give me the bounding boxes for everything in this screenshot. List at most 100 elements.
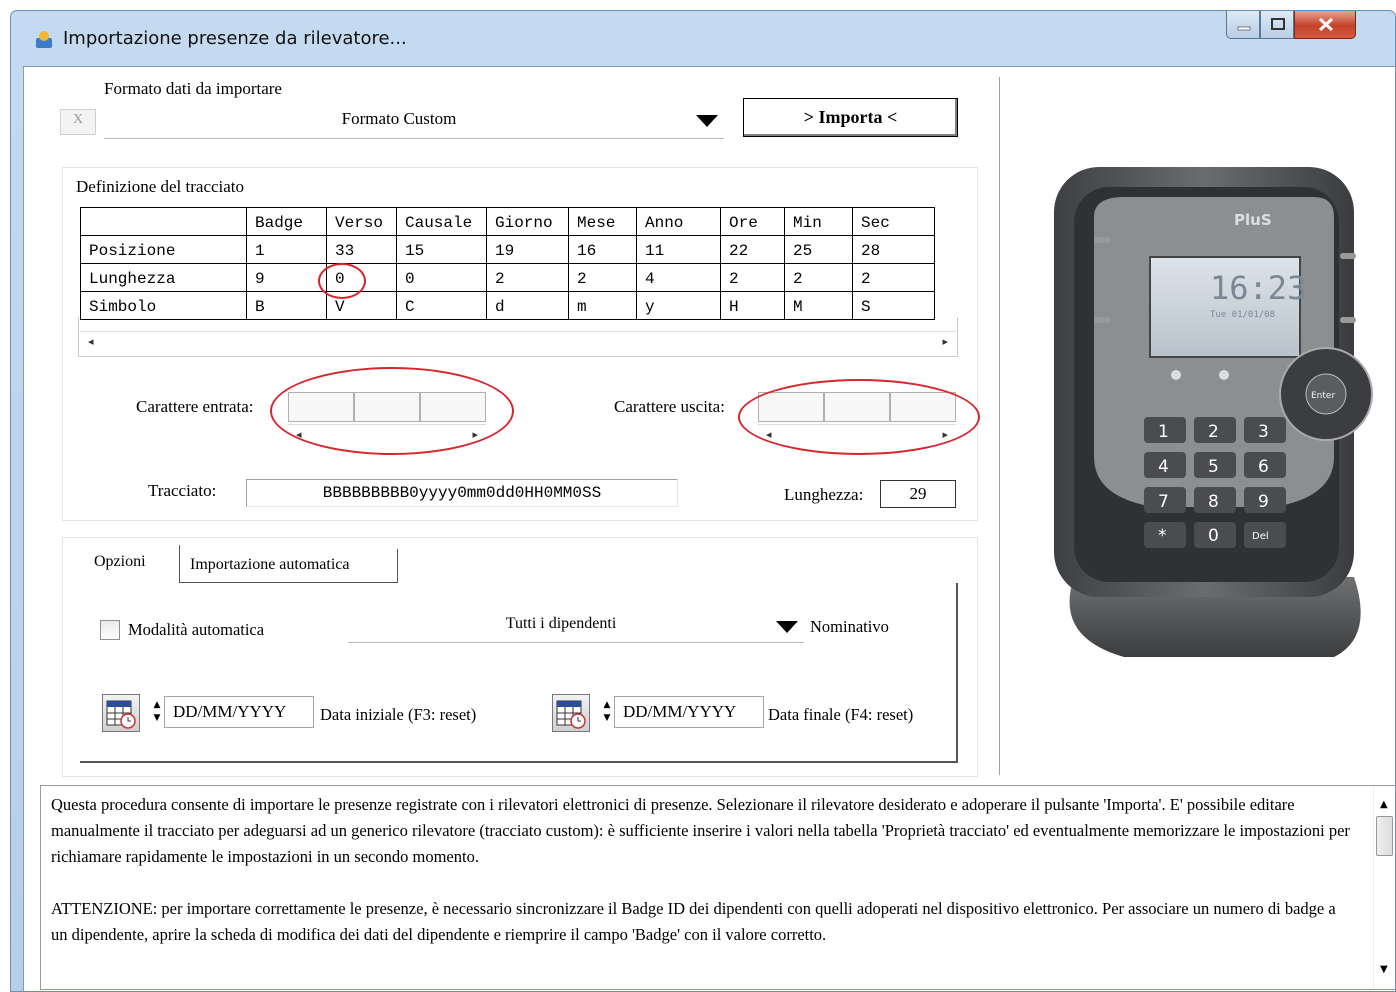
table-cell[interactable]: 9 <box>246 263 327 292</box>
table-header-cell: Anno <box>636 207 721 236</box>
keypad-key: 9 <box>1258 492 1269 512</box>
lunghezza-label: Lunghezza: <box>784 485 864 504</box>
table-cell[interactable]: 2 <box>720 263 785 292</box>
table-header-cell: Giorno <box>486 207 569 236</box>
auto-mode-label: Modalità automatica <box>128 620 265 639</box>
table-cell[interactable]: m <box>568 291 637 320</box>
format-select[interactable]: Formato Custom <box>104 105 724 139</box>
close-button[interactable] <box>1294 11 1356 39</box>
chevron-down-icon <box>696 115 718 127</box>
scroll-left-icon[interactable]: ◂ <box>88 335 94 348</box>
table-cell[interactable]: S <box>852 291 935 320</box>
keypad-key: * <box>1158 526 1167 546</box>
table-cell[interactable]: 2 <box>784 263 853 292</box>
date-end-input[interactable]: DD/MM/YYYY <box>614 696 764 728</box>
description-scrollbar[interactable]: ▲ ▼ <box>1373 786 1395 989</box>
table-cell[interactable]: 19 <box>486 235 569 264</box>
table-header-row: Badge Verso Causale Giorno Mese Anno Ore… <box>80 207 935 236</box>
scroll-up-icon[interactable]: ▲ <box>1380 792 1388 818</box>
employees-selected-value: Tutti i dipendenti <box>505 615 617 632</box>
date-end-spinner[interactable]: ▲ ▼ <box>602 699 612 727</box>
maximize-button[interactable] <box>1260 11 1294 39</box>
import-window: Importazione presenze da rilevatore... F… <box>10 10 1396 992</box>
lunghezza-field: 29 <box>880 480 956 508</box>
table-cell[interactable]: 2 <box>486 263 569 292</box>
table-cell[interactable]: 33 <box>326 235 397 264</box>
row-header: Simbolo <box>80 291 247 320</box>
keypad-key: 2 <box>1208 422 1219 442</box>
row-header: Posizione <box>80 235 247 264</box>
maximize-icon <box>1271 18 1285 30</box>
tracciato-label: Tracciato: <box>148 481 217 500</box>
table-cell[interactable]: 4 <box>636 263 721 292</box>
title-bar[interactable]: Importazione presenze da rilevatore... <box>11 11 1395 63</box>
scroll-thumb[interactable] <box>1376 816 1393 856</box>
highlight-circle-cell <box>318 263 366 299</box>
keypad-key: 6 <box>1258 457 1269 477</box>
date-start-input[interactable]: DD/MM/YYYY <box>164 696 314 728</box>
calendar-start-button[interactable] <box>102 694 140 732</box>
char-in-label: Carattere entrata: <box>136 397 254 416</box>
calendar-end-button[interactable] <box>552 694 590 732</box>
tab-panel <box>80 583 958 763</box>
format-label: Formato dati da importare <box>104 79 282 98</box>
minimize-button[interactable] <box>1226 11 1260 39</box>
keypad-key: 3 <box>1258 422 1269 442</box>
nominativo-label: Nominativo <box>810 617 889 636</box>
keypad-key: 1 <box>1158 422 1169 442</box>
table-cell[interactable]: 16 <box>568 235 637 264</box>
table-cell[interactable]: 15 <box>396 235 487 264</box>
table-header-cell: Causale <box>396 207 487 236</box>
table-header-cell: Min <box>784 207 853 236</box>
tab-importazione-automatica[interactable]: Importazione automatica <box>180 549 398 583</box>
table-horizontal-scrollbar[interactable]: ◂ ▸ <box>80 331 956 351</box>
table-cell[interactable]: 22 <box>720 235 785 264</box>
scroll-right-icon[interactable]: ▸ <box>942 335 948 348</box>
table-row: Posizione 1 33 15 19 16 11 22 25 28 <box>80 235 935 264</box>
row-header: Lunghezza <box>80 263 247 292</box>
table-cell[interactable]: 2 <box>568 263 637 292</box>
tracciato-group-label: Definizione del tracciato <box>76 177 245 196</box>
table-row: Simbolo B V C d m y H M S <box>80 291 935 320</box>
table-header-cell: Verso <box>326 207 397 236</box>
keypad-key: 7 <box>1158 492 1169 512</box>
scroll-down-icon[interactable]: ▼ <box>1380 957 1388 983</box>
window-title: Importazione presenze da rilevatore... <box>63 28 407 49</box>
table-cell[interactable]: 2 <box>852 263 935 292</box>
table-cell[interactable]: 28 <box>852 235 935 264</box>
tracciato-field: BBBBBBBBB0yyyy0mm0dd0HH0MM0SS <box>246 479 678 507</box>
tab-opzioni-label: Opzioni <box>94 553 146 570</box>
table-cell[interactable]: y <box>636 291 721 320</box>
date-end-label: Data finale (F4: reset) <box>768 705 914 724</box>
client-area: Formato dati da importare X Formato Cust… <box>23 66 1395 991</box>
table-cell[interactable]: C <box>396 291 487 320</box>
device-brand: PluS <box>1234 211 1272 229</box>
keypad-key: 5 <box>1208 457 1219 477</box>
highlight-ellipse-out <box>738 379 980 455</box>
date-start-spinner[interactable]: ▲ ▼ <box>152 699 162 727</box>
import-button[interactable]: > Importa < <box>743 98 958 137</box>
panel-divider <box>999 77 1001 775</box>
table-header-cell: Ore <box>720 207 785 236</box>
table-header-cell: Badge <box>246 207 327 236</box>
format-selected-value: Formato Custom <box>341 109 457 128</box>
employees-select[interactable]: Tutti i dipendenti <box>348 611 804 643</box>
table-header-cell: Sec <box>852 207 935 236</box>
clear-format-button[interactable]: X <box>60 109 96 135</box>
table-header-cell: Mese <box>568 207 637 236</box>
table-cell[interactable]: 0 <box>396 263 487 292</box>
tab-opzioni[interactable]: Opzioni <box>80 545 180 583</box>
device-date: Tue 01/01/08 <box>1210 310 1275 320</box>
table-cell[interactable]: 25 <box>784 235 853 264</box>
table-cell[interactable]: H <box>720 291 785 320</box>
tracciato-table[interactable]: Badge Verso Causale Giorno Mese Anno Ore… <box>80 207 935 320</box>
table-header-cell <box>80 207 247 236</box>
table-cell[interactable]: M <box>784 291 853 320</box>
auto-mode-checkbox[interactable] <box>100 620 120 640</box>
table-cell[interactable]: B <box>246 291 327 320</box>
table-cell[interactable]: 11 <box>636 235 721 264</box>
table-cell[interactable]: d <box>486 291 569 320</box>
description-box: Questa procedura consente di importare l… <box>40 785 1395 990</box>
enter-key-label: Enter <box>1311 391 1335 401</box>
table-cell[interactable]: 1 <box>246 235 327 264</box>
